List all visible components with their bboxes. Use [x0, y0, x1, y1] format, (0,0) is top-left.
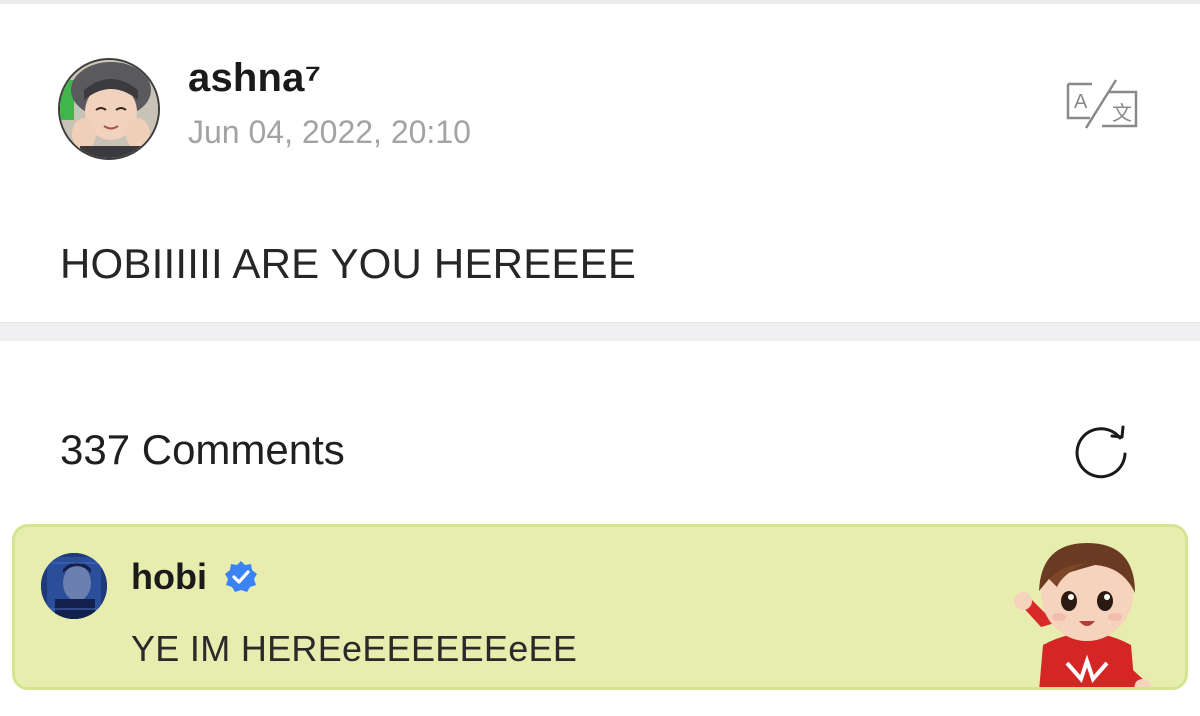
- verified-badge-icon: [223, 559, 259, 595]
- top-divider: [0, 0, 1200, 4]
- section-divider: [0, 322, 1200, 341]
- comments-count: 337 Comments: [60, 426, 345, 473]
- svg-text:文: 文: [1112, 101, 1132, 125]
- commenter-name[interactable]: hobi: [131, 556, 207, 598]
- character-sticker-image: [1003, 535, 1163, 687]
- translate-icon: A 文: [1066, 79, 1138, 129]
- author-name[interactable]: ashna⁷: [188, 56, 321, 101]
- svg-text:A: A: [1074, 91, 1088, 113]
- refresh-icon: [1075, 425, 1127, 479]
- translate-button[interactable]: A 文: [1062, 78, 1142, 132]
- commenter-avatar[interactable]: [41, 553, 107, 619]
- comment-text: YE IM HEREeEEEEEEeEE: [131, 628, 578, 669]
- highlighted-comment[interactable]: hobi YE IM HEREeEEEEEEeEE: [12, 524, 1188, 690]
- post-content: HOBIIIIII ARE YOU HEREEEE: [60, 240, 637, 287]
- commenter-avatar-image: [41, 553, 107, 619]
- refresh-button[interactable]: [1070, 420, 1132, 482]
- post-timestamp: Jun 04, 2022, 20:10: [188, 114, 471, 150]
- author-avatar-image: [60, 60, 158, 158]
- author-avatar[interactable]: [58, 58, 160, 160]
